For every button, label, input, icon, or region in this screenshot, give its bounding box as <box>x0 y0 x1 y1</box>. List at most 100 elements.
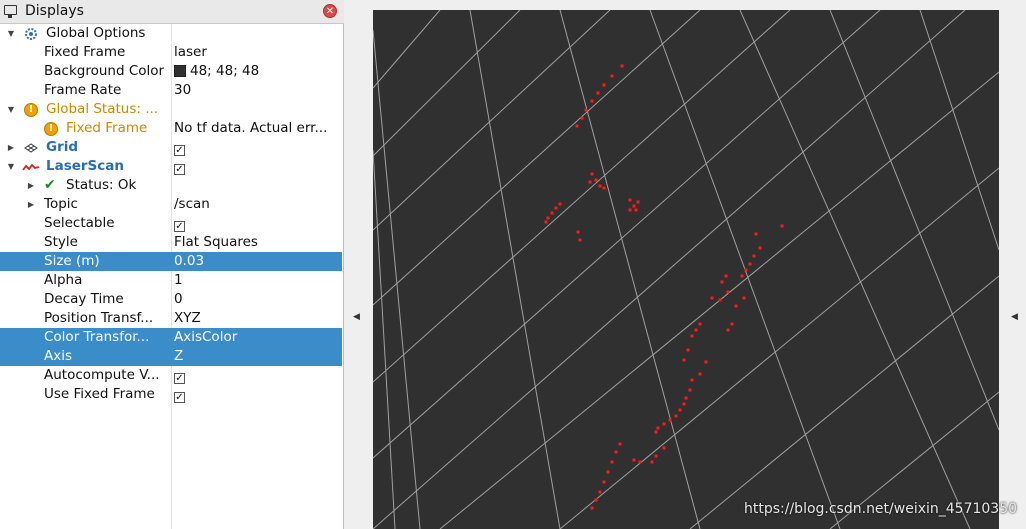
autocompute-label: Autocompute V... <box>44 367 160 383</box>
scan-point <box>654 454 658 458</box>
tree-row-size[interactable]: Size (m) 0.03 <box>0 252 342 271</box>
tree-row-alpha[interactable]: Alpha 1 <box>0 271 342 290</box>
scan-point <box>678 408 682 412</box>
tree-row-use-fixed-frame[interactable]: Use Fixed Frame ✓ <box>0 385 342 404</box>
position-transformer-value[interactable]: XYZ <box>174 309 340 328</box>
tree-row-decay-time[interactable]: Decay Time 0 <box>0 290 342 309</box>
axis-label: Axis <box>44 348 73 364</box>
scan-point <box>654 430 658 434</box>
scan-point <box>740 274 744 278</box>
selectable-checkbox[interactable]: ✓ <box>174 221 185 232</box>
frame-rate-label: Frame Rate <box>44 82 122 98</box>
frame-rate-value[interactable]: 30 <box>174 81 340 100</box>
scan-point <box>656 426 660 430</box>
scan-point <box>682 358 686 362</box>
laserscan-enabled-field[interactable]: ✓ <box>174 157 340 176</box>
scan-point <box>598 490 602 494</box>
collapse-left-icon[interactable]: ◀ <box>353 312 360 322</box>
grid-line <box>373 149 396 529</box>
gear-icon <box>24 27 38 41</box>
grid-line <box>739 10 971 529</box>
collapse-arrow-icon[interactable]: ▶ <box>6 138 16 157</box>
expand-arrow-icon[interactable]: ▼ <box>6 157 16 176</box>
tree-row-frame-rate[interactable]: Frame Rate 30 <box>0 81 342 100</box>
tree-row-style[interactable]: Style Flat Squares <box>0 233 342 252</box>
tree-row-laserscan[interactable]: ▼ LaserScan ✓ <box>0 157 342 176</box>
grid-line <box>559 167 999 529</box>
tree-row-axis[interactable]: Axis Z <box>0 347 342 366</box>
laserscan-checkbox[interactable]: ✓ <box>174 164 185 175</box>
expand-arrow-icon[interactable]: ▼ <box>6 100 16 119</box>
scan-point <box>602 83 606 87</box>
use-fixed-frame-field[interactable]: ✓ <box>174 385 340 404</box>
grid-enabled-field[interactable]: ✓ <box>174 138 340 157</box>
panel-title: Displays <box>25 3 84 19</box>
scan-point <box>710 296 714 300</box>
grid-icon <box>24 141 38 155</box>
scan-point <box>634 208 638 212</box>
expand-arrow-icon[interactable]: ▼ <box>6 24 16 43</box>
background-color-value: 48; 48; 48 <box>190 63 260 79</box>
tree-row-status-fixed-frame[interactable]: ! Fixed Frame No tf data. Actual err... <box>0 119 342 138</box>
use-fixed-frame-checkbox[interactable]: ✓ <box>174 392 185 403</box>
color-swatch[interactable] <box>174 65 186 77</box>
tree-row-topic[interactable]: ▶ Topic /scan <box>0 195 342 214</box>
collapse-arrow-icon[interactable]: ▶ <box>26 176 36 195</box>
background-color-field[interactable]: 48; 48; 48 <box>174 62 340 81</box>
fixed-frame-value[interactable]: laser <box>174 43 340 62</box>
panel-header: Displays ✕ <box>0 0 344 24</box>
collapse-right-icon[interactable]: ◀ <box>1011 312 1018 322</box>
grid-line <box>373 10 881 459</box>
grid-line <box>373 10 521 157</box>
scan-point <box>754 232 758 236</box>
status-fixed-frame-value: No tf data. Actual err... <box>174 120 328 136</box>
tree-row-fixed-frame[interactable]: Fixed Frame laser <box>0 43 342 62</box>
color-transformer-value[interactable]: AxisColor <box>174 328 340 347</box>
scan-point <box>662 422 666 426</box>
fixed-frame-label: Fixed Frame <box>44 44 126 60</box>
global-options-label: Global Options <box>46 25 146 41</box>
alpha-value[interactable]: 1 <box>174 271 340 290</box>
right-splitter[interactable]: ◀ <box>999 0 1026 529</box>
laserscan-label: LaserScan <box>46 158 125 174</box>
style-value[interactable]: Flat Squares <box>174 233 340 252</box>
grid-line <box>373 10 701 306</box>
warning-icon: ! <box>44 122 58 136</box>
tree-row-grid[interactable]: ▶ Grid ✓ <box>0 138 342 157</box>
autocompute-field[interactable]: ✓ <box>174 366 340 385</box>
scan-point <box>636 200 640 204</box>
scan-point <box>726 290 730 294</box>
scan-point <box>688 388 692 392</box>
decay-time-value[interactable]: 0 <box>174 290 340 309</box>
collapse-arrow-icon[interactable]: ▶ <box>26 195 36 214</box>
tree-row-global-options[interactable]: ▼ Global Options <box>0 24 342 43</box>
grid-checkbox[interactable]: ✓ <box>174 145 185 156</box>
selectable-label: Selectable <box>44 215 115 231</box>
render-viewport[interactable] <box>373 10 999 529</box>
tree-row-global-status[interactable]: ▼ ! Global Status: ... <box>0 100 342 119</box>
axis-value[interactable]: Z <box>174 347 340 366</box>
scan-point <box>588 180 592 184</box>
scan-point <box>590 172 594 176</box>
autocompute-checkbox[interactable]: ✓ <box>174 373 185 384</box>
tree-row-autocompute[interactable]: Autocompute V... ✓ <box>0 366 342 385</box>
close-icon[interactable]: ✕ <box>323 4 337 18</box>
scan-point <box>596 91 600 95</box>
scan-point <box>602 480 606 484</box>
grid-label: Grid <box>46 139 79 155</box>
scan-point <box>734 304 738 308</box>
decay-time-label: Decay Time <box>44 291 124 307</box>
scan-point <box>584 108 588 112</box>
grid-line <box>373 10 441 89</box>
tree-row-background-color[interactable]: Background Color 48; 48; 48 <box>0 62 342 81</box>
scan-point <box>632 458 636 462</box>
left-splitter[interactable]: ◀ <box>344 0 372 529</box>
tree-row-selectable[interactable]: Selectable ✓ <box>0 214 342 233</box>
tree-row-position-transformer[interactable]: Position Transf... XYZ <box>0 309 342 328</box>
scan-point <box>590 99 594 103</box>
selectable-field[interactable]: ✓ <box>174 214 340 233</box>
topic-value[interactable]: /scan <box>174 195 340 214</box>
tree-row-status-ok[interactable]: ▶ ✔ Status: Ok <box>0 176 342 195</box>
size-value[interactable]: 0.03 <box>174 252 340 271</box>
tree-row-color-transformer[interactable]: Color Transfor... AxisColor <box>0 328 342 347</box>
